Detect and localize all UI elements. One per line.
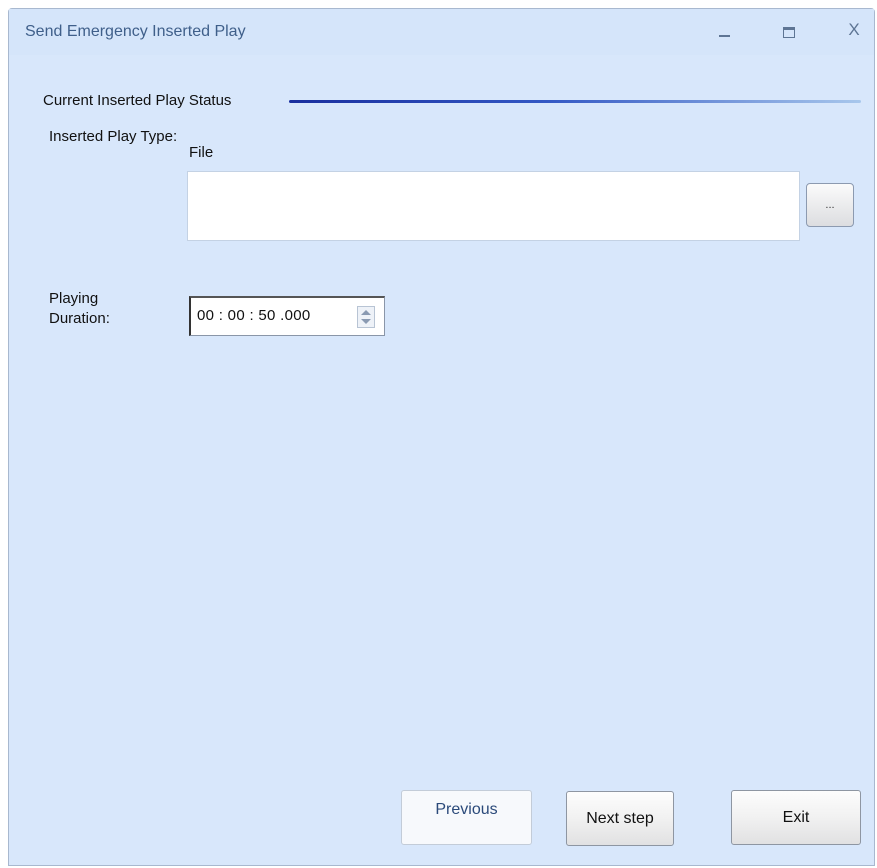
file-path-field[interactable]: [187, 171, 800, 241]
playing-duration-input[interactable]: 00 : 00 : 50 .000: [189, 296, 385, 336]
title-bar[interactable]: Send Emergency Inserted Play X: [9, 9, 874, 55]
close-icon[interactable]: X: [841, 19, 867, 41]
playing-duration-value: 00 : 00 : 50 .000: [197, 307, 311, 324]
status-group-title: Current Inserted Play Status: [43, 92, 238, 109]
spin-up-icon[interactable]: [361, 310, 371, 315]
emergency-play-dialog: Send Emergency Inserted Play X Current I…: [8, 8, 875, 866]
next-step-button[interactable]: Next step: [566, 791, 674, 846]
previous-button[interactable]: Previous: [401, 790, 532, 845]
playing-duration-label: Playing Duration:: [49, 290, 110, 327]
inserted-play-type-value: File: [189, 144, 214, 161]
duration-spinner[interactable]: [357, 306, 375, 328]
maximize-icon[interactable]: [777, 19, 803, 41]
spin-down-icon[interactable]: [361, 319, 371, 324]
browse-button[interactable]: ...: [806, 183, 854, 227]
window-title: Send Emergency Inserted Play: [25, 23, 246, 40]
minimize-icon[interactable]: [713, 19, 739, 41]
inserted-play-type-label: Inserted Play Type:: [49, 128, 178, 145]
exit-button[interactable]: Exit: [731, 790, 861, 845]
group-divider: [289, 100, 861, 103]
